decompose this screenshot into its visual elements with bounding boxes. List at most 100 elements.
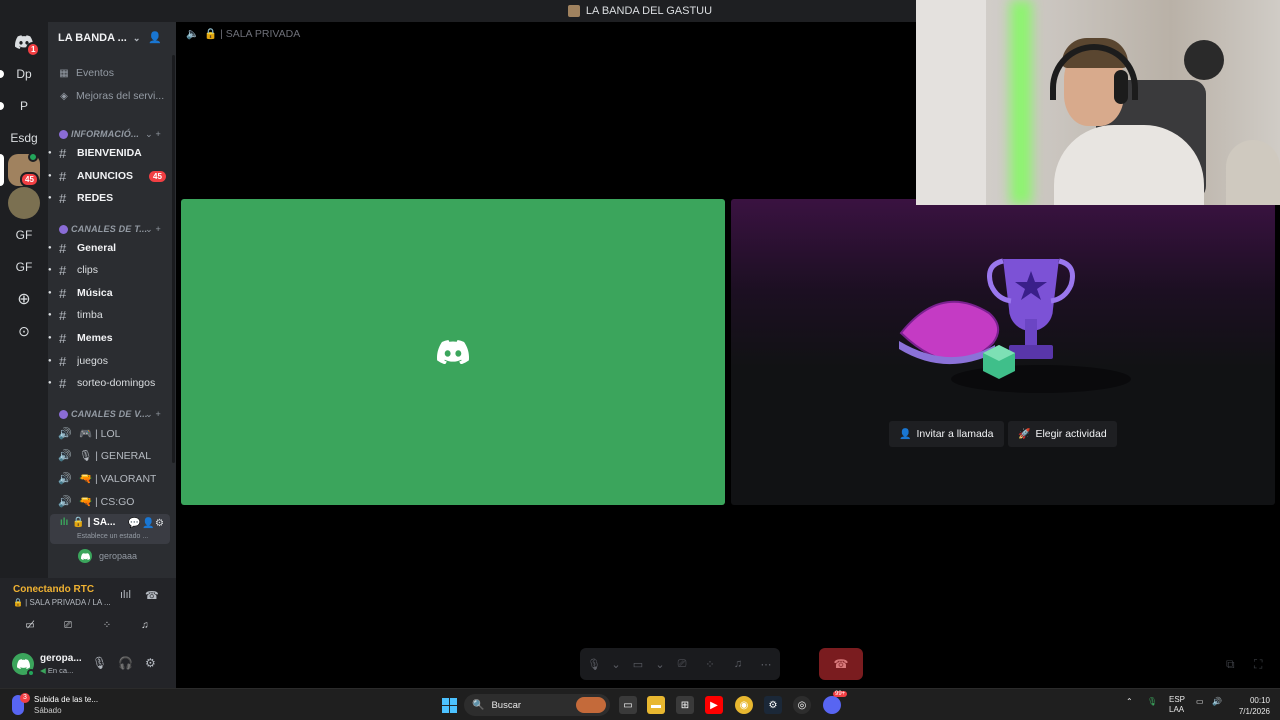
disconnect-icon[interactable]: ☎ (145, 589, 159, 602)
boosts-item[interactable]: ◈ Mejoras del servi... (58, 86, 164, 106)
mic-toggle-icon[interactable]: 🎙 (580, 648, 608, 680)
server-gf-2[interactable]: GF (8, 251, 40, 283)
home-button[interactable]: 1 (8, 26, 41, 58)
add-channel-icon[interactable]: ⌄ + (145, 224, 161, 235)
app-icon[interactable]: ◎ (793, 696, 811, 714)
category-info[interactable]: INFORMACIÓ... ⌄ + (59, 127, 173, 141)
camera-off-icon[interactable]: ▭̸ (13, 616, 47, 634)
tray-overflow-icon[interactable]: ⌃ (1126, 697, 1133, 706)
task-view-icon[interactable]: ▭ (619, 696, 637, 714)
headphones-icon[interactable]: 🎧 (118, 656, 133, 670)
activities-icon[interactable]: ⁘ (90, 616, 124, 634)
calendar-icon: ▦ (59, 67, 69, 79)
microphone-icon[interactable]: 🎙 (92, 656, 107, 670)
add-channel-icon[interactable]: ⌄ + (145, 129, 161, 140)
channel-anuncios[interactable]: ● # ANUNCIOS 45 (48, 166, 172, 186)
mic-tray-icon[interactable]: 🎙 (1147, 697, 1157, 706)
channel-sorteo-domingos[interactable]: ● # sorteo-domingos (48, 373, 172, 393)
server-header[interactable]: LA BANDA ... ⌄ 👤 (48, 22, 176, 54)
voice-channel-valorant[interactable]: 🔊 🔫 | VALORANT (48, 468, 172, 488)
activities-icon[interactable]: ⁘ (696, 648, 724, 680)
choose-activity-button[interactable]: 🚀 Elegir actividad (1008, 421, 1117, 447)
participant-tile[interactable] (181, 199, 725, 505)
voice-channel-general[interactable]: 🔊 🎙 | GENERAL (48, 445, 172, 465)
events-item[interactable]: ▦ Eventos (58, 63, 114, 83)
server-gf-1[interactable]: GF (8, 219, 40, 251)
active-channel-label: ılı 🔒 | SA... (60, 517, 115, 528)
discord-taskbar-icon[interactable]: 99+ (823, 691, 848, 714)
windows-start-icon[interactable] (440, 696, 458, 714)
voice-user[interactable]: geropaaa (78, 549, 137, 563)
hang-up-button[interactable]: ☎ (819, 648, 863, 680)
language-indicator[interactable]: ESP LAA (1169, 695, 1185, 715)
add-channel-icon[interactable]: ⌄ + (145, 409, 161, 420)
connection-channel[interactable]: 🔒 | SALA PRIVADA / LA ... (13, 598, 111, 607)
server-avatar[interactable] (8, 187, 40, 219)
hash-icon: # (59, 307, 67, 323)
invite-label: Invitar a llamada (916, 428, 994, 440)
channel-status-input[interactable]: Establece un estado ... (77, 533, 148, 540)
store-icon[interactable]: ⊞ (676, 696, 694, 714)
taskbar-search[interactable]: 🔍 Buscar (464, 694, 610, 716)
network-icon[interactable]: ▭ (1196, 697, 1204, 706)
more-options-icon[interactable]: ⋯ (752, 648, 780, 680)
clock-time: 00:10 (1249, 696, 1270, 705)
voice-channel-lol[interactable]: 🔊 🎮 | LOL (48, 423, 172, 443)
channel-label: 🎮 | LOL (79, 427, 121, 440)
channel-clips[interactable]: ● # clips (48, 260, 172, 280)
channel-memes[interactable]: ● # Memes (48, 328, 172, 348)
server-label: P (19, 99, 28, 113)
channel-general[interactable]: ● # General (48, 238, 172, 258)
category-label: CANALES DE V... (71, 409, 148, 419)
fullscreen-icon[interactable]: ⛶ (1254, 657, 1262, 672)
hash-icon: # (59, 353, 67, 369)
channel-label: Música (77, 287, 113, 299)
screen-share-icon[interactable]: ⎚ (668, 648, 696, 680)
invite-icon[interactable]: 👤 (142, 518, 154, 529)
steam-icon[interactable]: ⚙ (764, 696, 782, 714)
unread-pip (0, 102, 4, 110)
chevron-down-icon[interactable]: ⌄ (652, 648, 668, 680)
screen-share-icon[interactable]: ⎚ (51, 616, 85, 634)
unread-dot-icon: ● (48, 195, 52, 201)
category-text[interactable]: CANALES DE T... ⌄ + (59, 222, 173, 236)
volume-icon[interactable]: 🔊 (1212, 697, 1222, 706)
chat-icon[interactable]: 💬 (128, 518, 140, 529)
user-status-text: En ca... (47, 666, 74, 675)
noise-suppression-icon[interactable]: ılıl (120, 589, 131, 601)
popout-icon[interactable]: ⧉ (1226, 657, 1235, 672)
voice-channel-csgo[interactable]: 🔊 🔫 | CS:GO (48, 491, 172, 511)
channel-juegos[interactable]: ● # juegos (48, 351, 172, 371)
chrome-icon[interactable]: ◉ (735, 696, 753, 714)
server-esdg[interactable]: Esdg (8, 122, 40, 154)
file-explorer-icon[interactable]: ▬ (647, 696, 665, 714)
call-header: 🔈 🔒 | SALA PRIVADA (186, 27, 305, 40)
invite-to-call-button[interactable]: 👤 Invitar a llamada (889, 421, 1004, 447)
server-la-banda[interactable]: 45 (0, 152, 40, 187)
invite-people-icon[interactable]: 👤 (148, 31, 162, 44)
server-dp[interactable]: Dp (0, 58, 40, 90)
soundboard-icon[interactable]: ♫ (128, 616, 162, 634)
discord-avatar-icon (437, 340, 469, 364)
gear-icon[interactable]: ⚙ (155, 518, 164, 529)
channel-timba[interactable]: ● # timba (48, 305, 172, 325)
camera-toggle-icon[interactable]: ▭ (624, 648, 652, 680)
sidebar-scrollbar[interactable] (172, 55, 175, 463)
add-server-icon[interactable]: ⊕ (8, 283, 40, 315)
server-p[interactable]: P (0, 90, 40, 122)
selected-pip (0, 154, 4, 186)
voice-channel-active[interactable]: ılı 🔒 | SA... 💬 👤 ⚙ Establece un estado .… (50, 514, 170, 544)
channel-bienvenida[interactable]: ● # BIENVENIDA (48, 143, 172, 163)
channel-redes[interactable]: ● # REDES (48, 188, 172, 208)
speaker-icon: 🔊 (58, 472, 72, 485)
settings-gear-icon[interactable]: ⚙ (145, 656, 156, 670)
discover-icon[interactable]: ⊙ (8, 315, 40, 347)
channel-musica[interactable]: ● # Música (48, 283, 172, 303)
soundboard-icon[interactable]: ♫ (724, 648, 752, 680)
unread-dot-icon: ● (48, 173, 52, 179)
system-clock[interactable]: 00:10 7/1/2026 (1232, 695, 1270, 717)
notification-title: Subida de las te... (34, 695, 99, 704)
chevron-down-icon[interactable]: ⌄ (608, 648, 624, 680)
category-voice[interactable]: CANALES DE V... ⌄ + (59, 407, 173, 421)
youtube-icon[interactable]: ▶ (705, 696, 723, 714)
